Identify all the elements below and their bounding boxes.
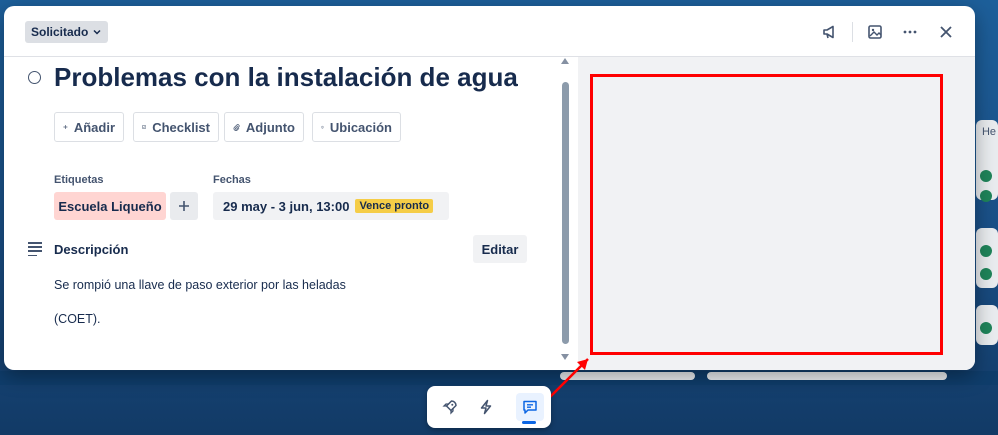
board-card xyxy=(707,372,947,380)
highlight-box xyxy=(590,74,943,355)
checklist-icon xyxy=(142,125,147,129)
labels-heading: Etiquetas xyxy=(54,174,104,186)
checklist-button[interactable]: Checklist xyxy=(133,112,219,142)
header-separator xyxy=(852,22,853,42)
location-button[interactable]: Ubicación xyxy=(312,112,401,142)
paperclip-icon xyxy=(233,124,240,131)
lightning-icon[interactable] xyxy=(472,393,500,421)
checklist-button-label: Checklist xyxy=(152,119,210,135)
board-partial-text: He xyxy=(981,126,996,138)
close-icon[interactable] xyxy=(932,18,960,46)
description-line: Se rompió una llave de paso exterior por… xyxy=(54,278,346,292)
status-label: Solicitado xyxy=(31,25,89,39)
image-icon[interactable] xyxy=(861,18,889,46)
dates-value: 29 may - 3 jun, 13:00 xyxy=(223,198,350,214)
board-status-dot xyxy=(980,268,992,280)
description-line: (COET). xyxy=(54,312,101,326)
modal-header: Solicitado xyxy=(4,6,975,57)
add-button[interactable]: Añadir xyxy=(54,112,124,142)
dates-heading: Fechas xyxy=(213,174,251,186)
attachment-button-label: Adjunto xyxy=(245,119,295,135)
due-soon-badge: Vence pronto xyxy=(355,199,434,213)
scroll-up-arrow[interactable] xyxy=(561,58,569,64)
board-status-dot xyxy=(980,245,992,257)
more-icon[interactable] xyxy=(896,18,924,46)
mark-complete-checkbox[interactable] xyxy=(28,71,41,84)
chevron-down-icon xyxy=(93,29,101,35)
attachment-button[interactable]: Adjunto xyxy=(224,112,304,142)
dates-button[interactable]: 29 may - 3 jun, 13:00 Vence pronto xyxy=(213,192,449,220)
rocket-icon[interactable] xyxy=(436,393,464,421)
add-button-label: Añadir xyxy=(73,119,115,135)
edit-description-button[interactable]: Editar xyxy=(473,235,527,263)
dock-active-indicator xyxy=(522,421,536,424)
plus-icon xyxy=(63,124,68,130)
status-dropdown[interactable]: Solicitado xyxy=(25,21,109,43)
board-status-dot xyxy=(980,190,992,202)
scrollbar-thumb[interactable] xyxy=(562,82,569,344)
add-label-button[interactable] xyxy=(170,192,198,220)
board-status-dot xyxy=(980,170,992,182)
comment-icon[interactable] xyxy=(516,393,544,421)
plus-icon xyxy=(179,201,189,211)
description-heading: Descripción xyxy=(54,242,129,257)
location-button-label: Ubicación xyxy=(329,119,392,135)
location-icon xyxy=(321,125,324,129)
card-title[interactable]: Problemas con la instalación de agua xyxy=(54,62,518,93)
description-icon xyxy=(28,242,42,259)
board-status-dot xyxy=(980,322,992,334)
label-chip[interactable]: Escuela Liqueño xyxy=(54,192,166,220)
megaphone-icon[interactable] xyxy=(816,18,844,46)
